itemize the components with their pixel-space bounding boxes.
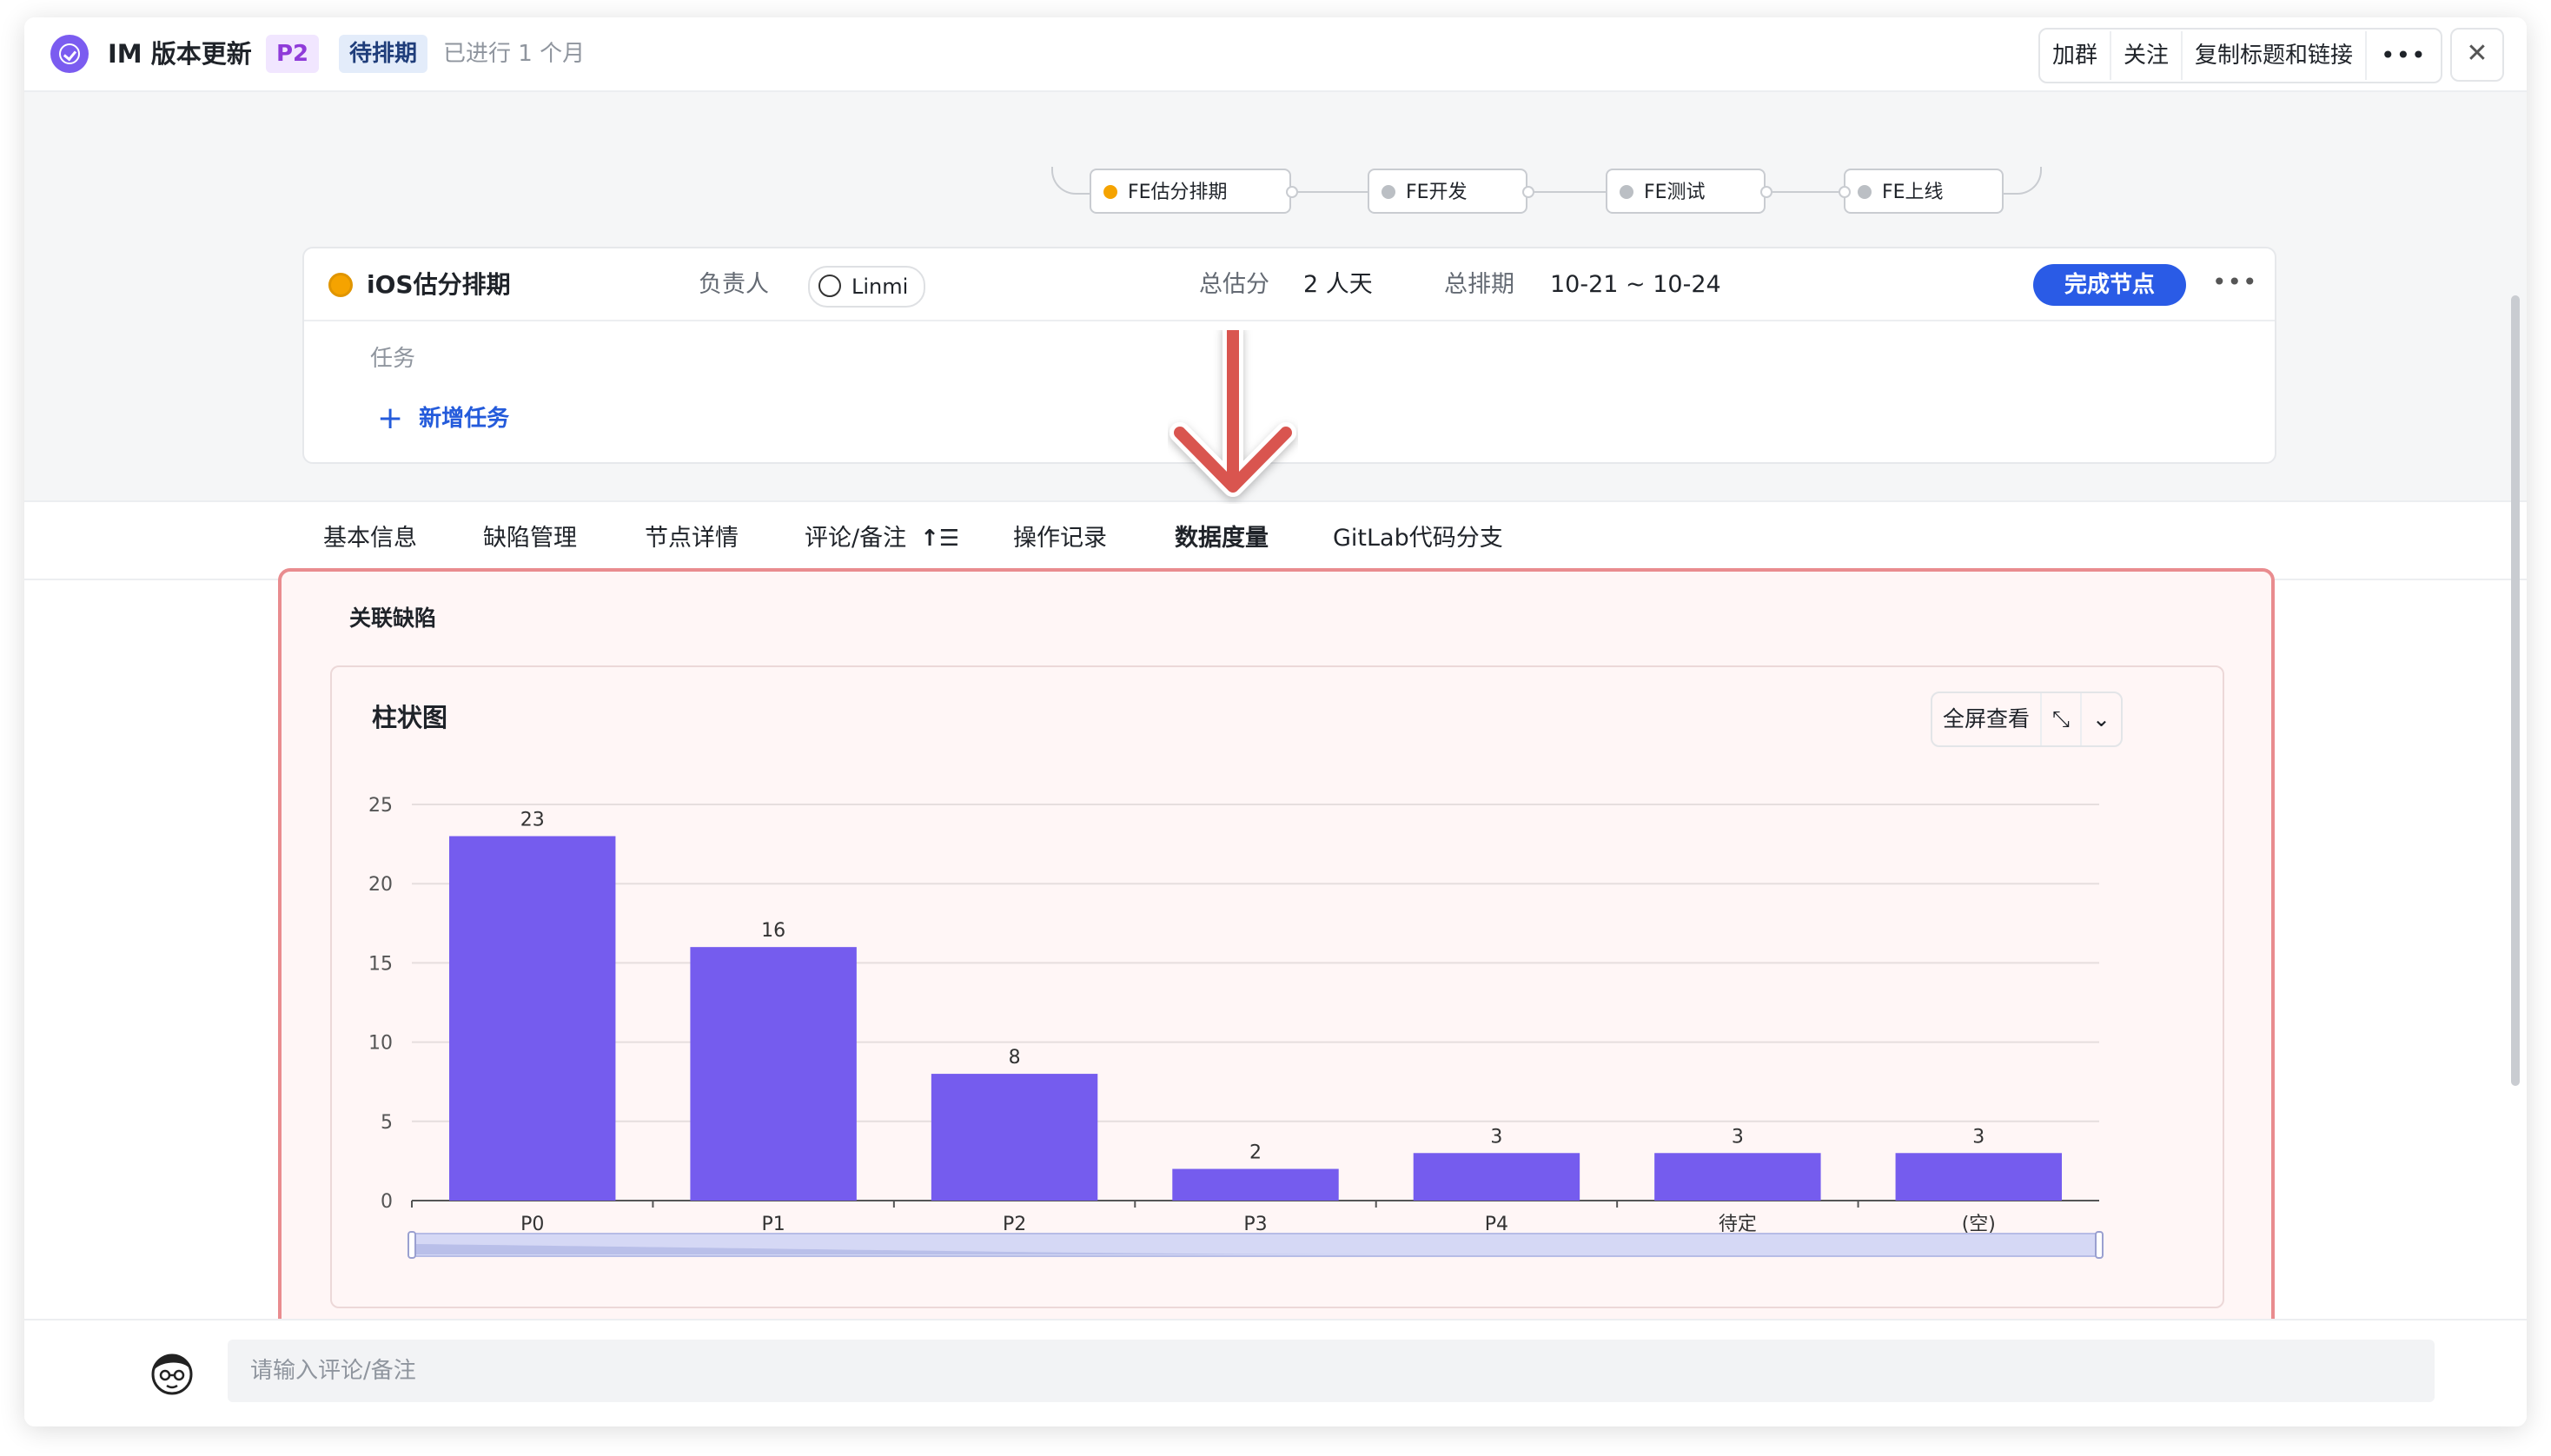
more-icon[interactable]: ••• — [2367, 31, 2441, 80]
data-label: 23 — [520, 809, 545, 831]
avatar — [818, 275, 841, 297]
page-title: IM 版本更新 — [108, 39, 252, 69]
tab-node-details[interactable]: 节点详情 — [645, 521, 739, 556]
flow-node-fe-release[interactable]: FE上线 — [1844, 169, 2004, 214]
bar-chart: 0 5 10 15 20 25 23 P0 16 P1 8 P2 2 P3 3 P4 3 待定 3 (空) — [368, 795, 2104, 1259]
y-tick-label: 0 — [381, 1191, 393, 1213]
bar — [449, 836, 616, 1201]
y-tick-label: 25 — [368, 795, 393, 817]
x-tick-label: P1 — [762, 1214, 785, 1235]
x-tick-label: (空) — [1962, 1214, 1996, 1235]
add-task-button[interactable]: + 新增任务 — [377, 401, 509, 436]
owner-label: 负责人 — [699, 271, 769, 298]
data-label: 3 — [1490, 1126, 1502, 1148]
comment-input[interactable] — [228, 1340, 2435, 1402]
estimate-label: 总估分 — [1199, 271, 1269, 298]
comment-bar — [24, 1319, 2527, 1426]
status-badge[interactable]: 待排期 — [339, 35, 428, 73]
tab-defects[interactable]: 缺陷管理 — [483, 521, 577, 556]
tab-activity-log[interactable]: 操作记录 — [1013, 521, 1107, 556]
flow-port — [1522, 186, 1534, 198]
node-name: iOS估分排期 — [367, 270, 511, 299]
status-dot-icon — [1620, 185, 1633, 199]
schedule-value[interactable]: 10-21 ~ 10-24 — [1550, 268, 1721, 302]
tab-metrics[interactable]: 数据度量 — [1175, 521, 1269, 556]
y-tick-label: 5 — [381, 1112, 393, 1134]
flow-node-label: FE估分排期 — [1128, 182, 1228, 203]
owner-name: Linmi — [851, 275, 909, 299]
estimate-value[interactable]: 2 人天 — [1303, 268, 1373, 302]
data-label: 3 — [1972, 1126, 1984, 1148]
flow-node-label: FE开发 — [1406, 182, 1468, 203]
arrow-down-icon — [1169, 330, 1296, 497]
join-group-button[interactable]: 加群 — [2040, 31, 2112, 80]
flow-node-fe-test[interactable]: FE测试 — [1606, 169, 1766, 214]
avatar — [151, 1353, 193, 1395]
follow-button[interactable]: 关注 — [2111, 31, 2183, 80]
chart-card: 柱状图 全屏查看 ⤡ ⌄ 0 5 10 15 20 25 23 P0 16 P1 8 P2 2 P3 3 P4… — [330, 665, 2224, 1308]
close-icon[interactable]: ✕ — [2450, 28, 2504, 82]
header-actions: 加群 关注 复制标题和链接 ••• — [2038, 28, 2442, 83]
status-dot-icon — [1382, 185, 1395, 199]
scrollbar[interactable] — [2511, 295, 2520, 1086]
elapsed-time: 已进行 1 个月 — [443, 41, 586, 67]
zoom-handle-right — [2095, 1231, 2104, 1259]
owner-chip[interactable]: Linmi — [808, 266, 926, 308]
tab-comments[interactable]: 评论/备注 ↑☰ — [805, 521, 959, 556]
data-label: 2 — [1249, 1142, 1262, 1164]
data-label: 3 — [1732, 1126, 1744, 1148]
bar — [1654, 1153, 1821, 1201]
flow-port — [1839, 186, 1851, 198]
bar — [690, 947, 857, 1201]
status-dot-icon — [1858, 185, 1872, 199]
x-tick-label: P0 — [520, 1214, 544, 1235]
task-detail-window: IM 版本更新 P2 待排期 已进行 1 个月 加群 关注 复制标题和链接 ••… — [24, 17, 2527, 1426]
y-tick-label: 20 — [368, 874, 393, 896]
bar — [1172, 1168, 1339, 1201]
data-label: 8 — [1009, 1047, 1021, 1069]
y-tick-label: 10 — [368, 1033, 393, 1055]
add-task-label: 新增任务 — [419, 406, 510, 432]
priority-badge[interactable]: P2 — [266, 35, 320, 73]
plus-icon: + — [377, 400, 404, 436]
flow-node-label: FE测试 — [1644, 182, 1706, 203]
y-tick-label: 15 — [368, 953, 393, 975]
bar — [1413, 1153, 1580, 1201]
header-bar: IM 版本更新 P2 待排期 已进行 1 个月 加群 关注 复制标题和链接 ••… — [24, 17, 2527, 92]
tab-gitlab-branches[interactable]: GitLab代码分支 — [1333, 521, 1503, 556]
panel-title: 关联缺陷 — [349, 606, 437, 631]
x-tick-label: P3 — [1243, 1214, 1267, 1235]
sort-icon[interactable]: ↑☰ — [920, 521, 959, 556]
related-defects-panel: 关联缺陷 柱状图 全屏查看 ⤡ ⌄ 0 5 10 15 20 25 23 P0 16 P1 8 P2 2… — [278, 568, 2275, 1334]
flow-node-fe-dev[interactable]: FE开发 — [1368, 169, 1527, 214]
node-status-icon — [328, 273, 353, 297]
task-type-icon — [50, 35, 89, 73]
bar — [931, 1074, 1098, 1201]
status-dot-icon — [1103, 185, 1117, 199]
schedule-label: 总排期 — [1444, 271, 1514, 298]
tab-comments-label: 评论/备注 — [805, 525, 907, 552]
x-tick-label: P2 — [1003, 1214, 1026, 1235]
x-tick-label: 待定 — [1719, 1214, 1757, 1235]
flow-node-label: FE上线 — [1882, 182, 1944, 203]
flow-port — [1286, 186, 1298, 198]
complete-node-button[interactable]: 完成节点 — [2033, 264, 2186, 306]
x-tick-label: P4 — [1485, 1214, 1508, 1235]
flow-port — [1760, 186, 1772, 198]
tab-basic-info[interactable]: 基本信息 — [323, 521, 417, 556]
flow-node-fe-estimate[interactable]: FE估分排期 — [1090, 169, 1291, 214]
copy-title-link-button[interactable]: 复制标题和链接 — [2183, 31, 2368, 80]
task-section-label: 任务 — [370, 346, 416, 372]
data-label: 16 — [761, 920, 785, 942]
more-icon[interactable]: ••• — [2212, 268, 2258, 296]
zoom-handle-left — [407, 1231, 416, 1259]
node-card-header: iOS估分排期 负责人 Linmi 总估分 2 人天 总排期 10-21 ~ 1… — [304, 248, 2275, 321]
bar — [1895, 1153, 2062, 1201]
